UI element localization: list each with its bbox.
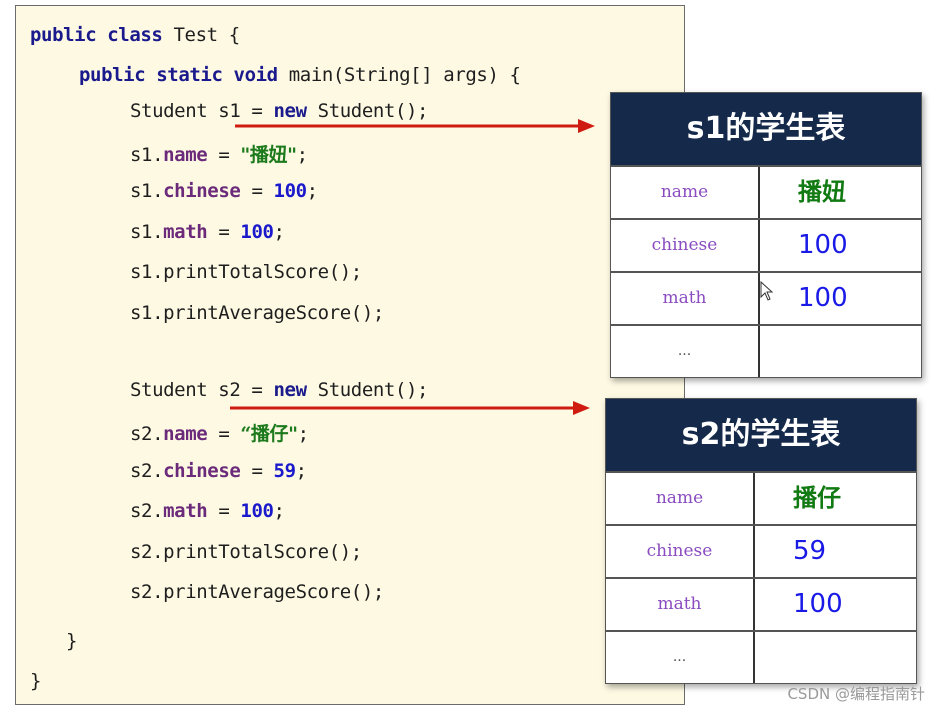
code-line: s2.math = 100;: [130, 500, 285, 522]
code-token: =: [207, 423, 241, 445]
code-token: =: [207, 144, 241, 166]
code-token: =: [240, 180, 274, 202]
code-line: }: [66, 630, 77, 652]
code-token: s1.printTotalScore();: [130, 261, 362, 283]
code-token: 100: [240, 500, 274, 522]
code-token: s1.printAverageScore();: [130, 302, 384, 324]
code-token: “播仔": [240, 423, 298, 445]
code-token: chinese: [163, 460, 241, 482]
table-row: chinese 100: [611, 218, 921, 271]
table-title: s2的学生表: [606, 399, 916, 471]
code-line: public static void main(String[] args) {: [79, 64, 521, 86]
code-token: s2.: [130, 500, 164, 522]
code-token: 59: [273, 460, 296, 482]
field-key: chinese: [606, 526, 755, 577]
code-token: }: [30, 670, 42, 692]
field-value: 100: [793, 589, 843, 619]
arrow-s1-to-table: [235, 119, 595, 133]
field-value: 59: [793, 536, 827, 566]
field-value: 100: [798, 230, 848, 260]
code-line: s1.printAverageScore();: [130, 302, 384, 324]
code-line: s1.printTotalScore();: [130, 261, 362, 283]
code-token: ;: [295, 460, 307, 482]
code-token: ;: [306, 180, 318, 202]
table-row: chinese 59: [606, 524, 916, 577]
field-key: math: [606, 579, 755, 630]
code-token: s1.: [130, 221, 164, 243]
field-key: ...: [606, 632, 755, 683]
code-token: public static void: [79, 64, 278, 86]
field-value: 播仔: [793, 484, 841, 512]
code-line: s2.printTotalScore();: [130, 541, 362, 563]
code-token: 100: [240, 221, 274, 243]
code-token: ;: [296, 144, 308, 166]
code-token: Student s2 =: [130, 379, 274, 401]
field-value: 100: [798, 283, 848, 313]
field-key: chinese: [611, 220, 760, 271]
code-token: s2.printAverageScore();: [130, 581, 384, 603]
code-token: s1.: [130, 180, 164, 202]
field-key: math: [611, 273, 760, 324]
table-row: ...: [611, 324, 921, 377]
table-row: name 播仔: [606, 471, 916, 524]
code-line: }: [30, 670, 41, 692]
code-line: s1.name = "播妞";: [130, 140, 308, 167]
code-token: 100: [273, 180, 308, 202]
code-token: =: [207, 221, 241, 243]
code-line: s2.name = “播仔";: [130, 419, 309, 446]
table-title: s1的学生表: [611, 93, 921, 165]
table-row: math 100: [606, 577, 916, 630]
field-value: [755, 632, 916, 683]
code-token: new: [273, 379, 308, 401]
code-line: s2.printAverageScore();: [130, 581, 384, 603]
code-token: Student();: [306, 379, 429, 401]
code-token: "播妞": [240, 144, 297, 166]
field-value: 播妞: [798, 178, 846, 206]
code-token: name: [163, 423, 208, 445]
code-token: math: [163, 221, 208, 243]
code-token: s2.printTotalScore();: [130, 541, 362, 563]
code-token: s2.: [130, 423, 164, 445]
code-token: name: [163, 144, 208, 166]
code-token: s2.: [130, 460, 164, 482]
code-token: public class: [30, 24, 163, 46]
code-token: main(String[] args) {: [277, 64, 521, 86]
table-row: name 播妞: [611, 165, 921, 218]
field-value: [760, 326, 921, 377]
mouse-cursor-icon: [760, 281, 774, 301]
code-token: chinese: [163, 180, 241, 202]
watermark: CSDN @编程指南针: [787, 685, 925, 703]
code-token: ;: [297, 423, 309, 445]
code-line: Student s2 = new Student();: [130, 379, 428, 401]
code-token: =: [207, 500, 241, 522]
code-token: ;: [273, 221, 285, 243]
code-line: s1.chinese = 100;: [130, 180, 318, 202]
s2-student-table: s2的学生表 name 播仔 chinese 59 math 100 ...: [605, 398, 917, 684]
field-key: name: [611, 167, 760, 218]
code-line: s2.chinese = 59;: [130, 460, 307, 482]
code-token: ;: [273, 500, 285, 522]
table-row: ...: [606, 630, 916, 683]
code-token: math: [163, 500, 208, 522]
field-key: ...: [611, 326, 760, 377]
s1-student-table: s1的学生表 name 播妞 chinese 100 math 100 ...: [610, 92, 922, 378]
field-key: name: [606, 473, 755, 524]
code-token: Test {: [162, 24, 241, 46]
arrow-s2-to-table: [230, 401, 590, 415]
code-line: s1.math = 100;: [130, 221, 285, 243]
code-token: =: [240, 460, 274, 482]
code-line: public class Test {: [30, 24, 240, 46]
code-token: s1.: [130, 144, 164, 166]
code-token: }: [66, 630, 78, 652]
